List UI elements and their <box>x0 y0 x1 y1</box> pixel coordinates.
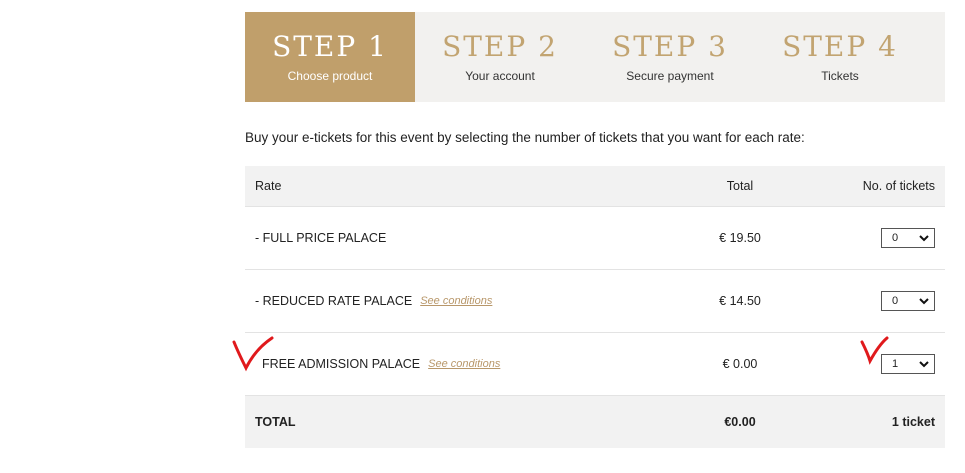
ticket-rate-table: Rate Total No. of tickets - FULL PRICE P… <box>245 166 945 448</box>
step-subtitle: Choose product <box>287 69 373 83</box>
rate-price: € 14.50 <box>719 294 761 308</box>
step-3[interactable]: STEP 3 Secure payment <box>585 12 755 102</box>
quantity-value: 0 <box>892 295 899 307</box>
step-subtitle: Tickets <box>821 69 859 83</box>
total-amount: €0.00 <box>724 415 756 429</box>
step-4[interactable]: STEP 4 Tickets <box>755 12 925 102</box>
quantity-select[interactable]: 0 <box>881 228 935 248</box>
header-tickets: No. of tickets <box>862 179 935 193</box>
step-subtitle: Secure payment <box>626 69 714 83</box>
step-title: STEP 4 <box>782 30 898 63</box>
chevron-down-icon <box>919 361 929 368</box>
rate-price: € 19.50 <box>719 231 761 245</box>
checkout-steps: STEP 1 Choose product STEP 2 Your accoun… <box>245 12 945 102</box>
chevron-down-icon <box>919 298 929 305</box>
step-title: STEP 2 <box>442 30 558 63</box>
total-count: 1 ticket <box>891 415 935 429</box>
step-2[interactable]: STEP 2 Your account <box>415 12 585 102</box>
table-header: Rate Total No. of tickets <box>245 166 945 207</box>
quantity-select[interactable]: 0 <box>881 291 935 311</box>
header-total: Total <box>726 179 754 193</box>
rate-price: € 0.00 <box>722 357 758 371</box>
see-conditions-link[interactable]: See conditions <box>420 295 492 307</box>
intro-text: Buy your e-tickets for this event by sel… <box>245 130 805 145</box>
step-title: STEP 3 <box>612 30 728 63</box>
quantity-value: 1 <box>892 358 899 370</box>
red-checkmark-icon <box>860 336 889 365</box>
header-rate: Rate <box>255 179 282 193</box>
table-row: - REDUCED RATE PALACE See conditions € 1… <box>245 270 945 333</box>
table-row: - FULL PRICE PALACE € 19.50 0 <box>245 207 945 270</box>
total-label: TOTAL <box>255 415 296 429</box>
rate-name: - REDUCED RATE PALACE <box>255 294 413 308</box>
step-1[interactable]: STEP 1 Choose product <box>245 12 415 102</box>
total-row: TOTAL €0.00 1 ticket <box>245 396 945 448</box>
red-checkmark-icon <box>232 336 274 372</box>
step-title: STEP 1 <box>272 30 388 63</box>
quantity-value: 0 <box>892 232 899 244</box>
table-row: FREE ADMISSION PALACE See conditions € 0… <box>245 333 945 396</box>
chevron-down-icon <box>919 235 929 242</box>
rate-name: FREE ADMISSION PALACE <box>262 357 421 371</box>
see-conditions-link[interactable]: See conditions <box>428 358 500 370</box>
rate-name: - FULL PRICE PALACE <box>255 231 387 245</box>
step-subtitle: Your account <box>465 69 535 83</box>
